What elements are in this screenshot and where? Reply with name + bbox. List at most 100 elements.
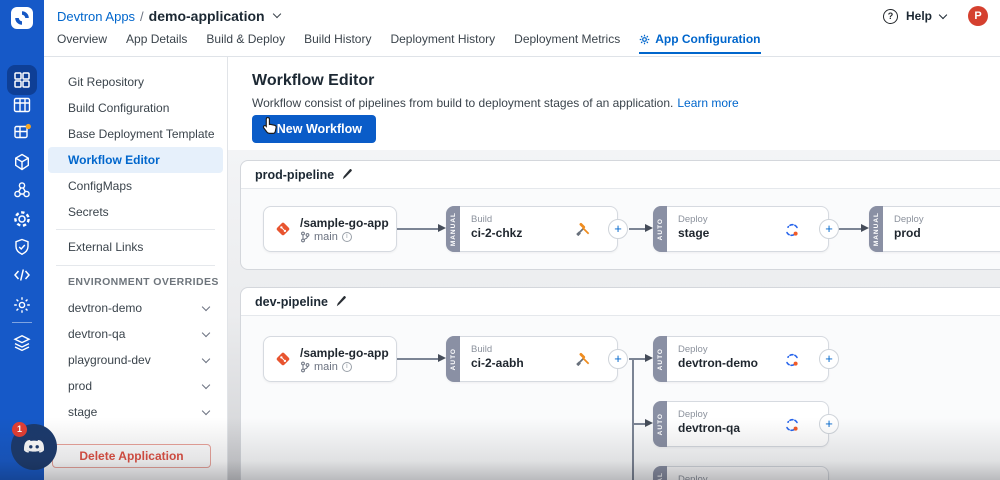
build-node-ci-2-chkz[interactable]: MANUAL Build ci-2-chkz bbox=[446, 206, 618, 252]
add-pipeline-plus-button[interactable] bbox=[819, 219, 839, 239]
tab-build-deploy[interactable]: Build & Deploy bbox=[206, 32, 285, 52]
tab-deployment-metrics[interactable]: Deployment Metrics bbox=[514, 32, 620, 52]
repo-name: /sample-go-app bbox=[300, 345, 389, 360]
connector-arrowhead bbox=[645, 354, 653, 362]
apps-grid-icon[interactable] bbox=[12, 70, 32, 90]
delete-application-button[interactable]: Delete Application bbox=[52, 444, 211, 468]
info-icon[interactable] bbox=[341, 361, 352, 372]
notification-badge: 1 bbox=[12, 422, 27, 437]
build-node-ci-2-aabh[interactable]: AUTO Build ci-2-aabh bbox=[446, 336, 618, 382]
rollout-deploy-icon bbox=[786, 223, 798, 237]
page-title: Workflow Editor bbox=[252, 72, 375, 89]
node-name: ci-2-aabh bbox=[471, 356, 524, 370]
deploy-node-stage[interactable]: AUTO Deploy stage bbox=[653, 206, 829, 252]
gear-icon bbox=[639, 34, 650, 44]
user-avatar[interactable]: P bbox=[968, 6, 988, 26]
git-source-node[interactable]: /sample-go-app main bbox=[263, 206, 397, 252]
add-pipeline-plus-button[interactable] bbox=[608, 349, 628, 369]
node-type-label: Deploy bbox=[894, 214, 924, 225]
node-name: prod bbox=[894, 226, 921, 240]
add-pipeline-plus-button[interactable] bbox=[819, 414, 839, 434]
connector-arrowhead bbox=[645, 419, 653, 427]
sidebar-item-secrets[interactable]: Secrets bbox=[48, 199, 223, 225]
git-material-icon bbox=[276, 222, 290, 236]
sidebar-item-base-deployment-template[interactable]: Base Deployment Template bbox=[48, 121, 223, 147]
discord-chat-button[interactable]: 1 bbox=[11, 422, 57, 470]
info-icon[interactable] bbox=[341, 231, 352, 242]
add-pipeline-plus-button[interactable] bbox=[819, 349, 839, 369]
discord-logo-icon bbox=[23, 440, 45, 453]
clusters-icon[interactable] bbox=[12, 180, 32, 200]
env-item-prod[interactable]: prod bbox=[48, 373, 223, 399]
env-item-devtron-qa[interactable]: devtron-qa bbox=[48, 321, 223, 347]
sidebar-item-build-configuration[interactable]: Build Configuration bbox=[48, 95, 223, 121]
build-tools-icon bbox=[576, 352, 590, 366]
chart-store-icon[interactable] bbox=[12, 209, 32, 229]
breadcrumb-separator: / bbox=[140, 8, 144, 24]
trigger-type-bar: AUTO bbox=[446, 336, 460, 382]
tab-deployment-history[interactable]: Deployment History bbox=[390, 32, 495, 52]
deploy-node-partial[interactable]: MANUAL Deploy bbox=[653, 466, 829, 480]
trigger-type-bar: MANUAL bbox=[446, 206, 460, 252]
git-material-icon bbox=[276, 352, 290, 366]
help-chevron-icon bbox=[938, 10, 948, 19]
breadcrumb-app-group-link[interactable]: Devtron Apps bbox=[57, 9, 135, 24]
jobs-icon[interactable] bbox=[12, 122, 32, 142]
connector-branch-line bbox=[632, 359, 634, 480]
rail-divider bbox=[12, 322, 32, 323]
add-pipeline-plus-button[interactable] bbox=[608, 219, 628, 239]
node-name: devtron-demo bbox=[678, 356, 759, 370]
sidebar-item-git-repository[interactable]: Git Repository bbox=[48, 69, 223, 95]
node-type-label: Deploy bbox=[678, 474, 708, 480]
node-type-label: Deploy bbox=[678, 409, 708, 420]
global-config-gear-icon[interactable] bbox=[12, 295, 32, 315]
app-list-icon[interactable] bbox=[12, 95, 32, 115]
connector-line bbox=[839, 228, 861, 230]
new-workflow-button[interactable]: + New Workflow bbox=[252, 115, 376, 143]
stack-manager-icon[interactable] bbox=[12, 333, 32, 353]
app-tabs: Overview App Details Build & Deploy Buil… bbox=[57, 32, 761, 57]
page-subtitle: Workflow consist of pipelines from build… bbox=[252, 96, 739, 110]
helm-apps-cube-icon[interactable] bbox=[12, 152, 32, 172]
env-item-playground-dev[interactable]: playground-dev bbox=[48, 347, 223, 373]
git-source-node[interactable]: /sample-go-app main bbox=[263, 336, 397, 382]
connector-line bbox=[629, 228, 645, 230]
deploy-node-devtron-demo[interactable]: AUTO Deploy devtron-demo bbox=[653, 336, 829, 382]
top-header: Devtron Apps / demo-application Help P O… bbox=[44, 0, 1000, 57]
security-shield-icon[interactable] bbox=[12, 237, 32, 257]
node-name: ci-2-chkz bbox=[471, 226, 523, 240]
sidebar-divider bbox=[56, 229, 215, 230]
connector-arrowhead bbox=[438, 354, 446, 362]
code-icon[interactable] bbox=[12, 265, 32, 285]
edit-pencil-icon[interactable] bbox=[342, 169, 353, 180]
connector-line bbox=[397, 358, 438, 360]
deploy-node-prod[interactable]: MANUAL Deploy prod bbox=[869, 206, 1000, 252]
edit-pencil-icon[interactable] bbox=[336, 296, 347, 307]
node-name: stage bbox=[678, 226, 710, 240]
sidebar-item-workflow-editor[interactable]: Workflow Editor bbox=[48, 147, 223, 173]
node-type-label: Build bbox=[471, 214, 493, 225]
tab-overview[interactable]: Overview bbox=[57, 32, 107, 52]
help-menu[interactable]: Help bbox=[906, 9, 932, 23]
environment-overrides-heading: ENVIRONMENT OVERRIDES bbox=[68, 276, 219, 288]
learn-more-link[interactable]: Learn more bbox=[677, 96, 738, 110]
app-switcher-chevron-icon[interactable] bbox=[272, 9, 281, 19]
tab-app-details[interactable]: App Details bbox=[126, 32, 187, 52]
workflow-editor-panel: Workflow Editor Workflow consist of pipe… bbox=[228, 57, 1000, 480]
tab-build-history[interactable]: Build History bbox=[304, 32, 371, 52]
env-item-stage[interactable]: stage bbox=[48, 399, 223, 425]
breadcrumb: Devtron Apps / demo-application Help P bbox=[44, 0, 1000, 32]
trigger-type-bar: AUTO bbox=[653, 206, 667, 252]
node-type-label: Deploy bbox=[678, 214, 708, 225]
env-item-devtron-demo[interactable]: devtron-demo bbox=[48, 295, 223, 321]
tab-app-configuration[interactable]: App Configuration bbox=[639, 32, 761, 54]
devtron-logo-icon[interactable] bbox=[10, 6, 34, 35]
deploy-node-devtron-qa[interactable]: AUTO Deploy devtron-qa bbox=[653, 401, 829, 447]
sidebar-item-configmaps[interactable]: ConfigMaps bbox=[48, 173, 223, 199]
devtron-app-window: Devtron Apps / demo-application Help P O… bbox=[0, 0, 1000, 480]
workflow-name: dev-pipeline bbox=[255, 294, 328, 309]
trigger-type-bar: AUTO bbox=[653, 401, 667, 447]
workflow-name: prod-pipeline bbox=[255, 167, 335, 182]
sidebar-item-external-links[interactable]: External Links bbox=[48, 234, 223, 260]
trigger-type-bar: AUTO bbox=[653, 336, 667, 382]
